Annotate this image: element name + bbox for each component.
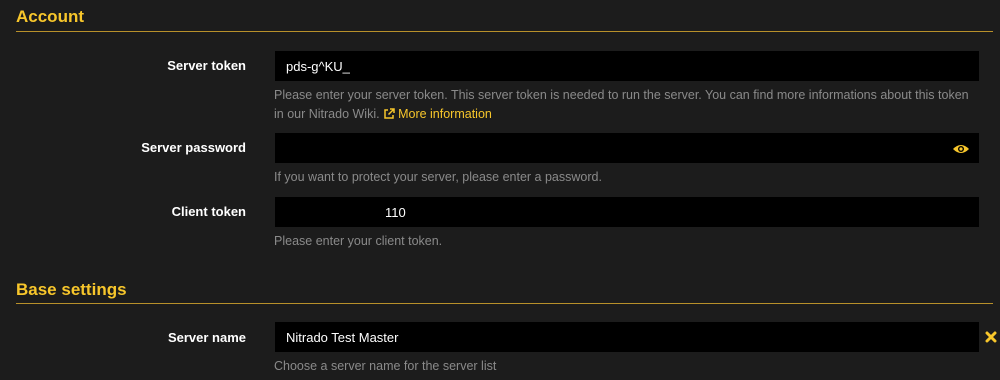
section-divider xyxy=(16,303,993,304)
client-token-value: 110 xyxy=(385,205,406,220)
section-divider xyxy=(16,31,993,32)
server-name-help: Choose a server name for the server list xyxy=(274,359,497,373)
close-icon[interactable] xyxy=(985,330,997,348)
external-link-icon xyxy=(384,108,395,119)
more-information-label: More information xyxy=(398,107,492,121)
server-token-help-text: Please enter your server token. This ser… xyxy=(274,88,969,121)
server-token-label: Server token xyxy=(167,58,246,73)
server-password-help: If you want to protect your server, plea… xyxy=(274,170,602,184)
server-name-value: Nitrado Test Master xyxy=(286,330,399,345)
more-information-link[interactable]: More information xyxy=(383,107,492,121)
server-password-input[interactable] xyxy=(275,133,979,163)
client-token-help: Please enter your client token. xyxy=(274,234,443,248)
server-name-input[interactable]: Nitrado Test Master xyxy=(275,322,979,352)
server-token-help: Please enter your server token. This ser… xyxy=(274,86,974,124)
client-token-label: Client token xyxy=(171,204,246,219)
server-password-label: Server password xyxy=(141,140,246,155)
section-title-account: Account xyxy=(16,7,84,26)
server-token-value: pds-g^KU_ xyxy=(286,59,350,74)
eye-icon[interactable] xyxy=(952,142,970,160)
server-name-label: Server name xyxy=(167,330,246,345)
server-token-input[interactable]: pds-g^KU_ xyxy=(275,51,979,81)
section-title-base-settings: Base settings xyxy=(16,280,127,299)
client-token-input[interactable]: 110 xyxy=(275,197,979,227)
